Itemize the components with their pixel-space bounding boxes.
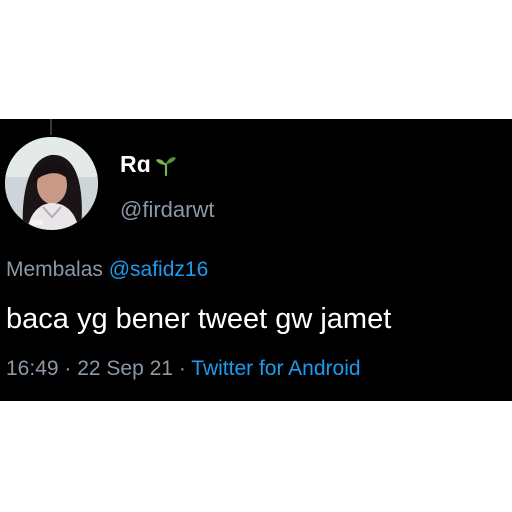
tweet-time[interactable]: 16:49 [6,357,59,380]
meta-separator: · [58,357,78,380]
thread-connector-line [50,119,52,135]
reply-mention-link[interactable]: @safidz16 [109,258,209,281]
tweet-metadata: 16:49 · 22 Sep 21 · Twitter for Android [6,357,361,381]
tweet-text: baca yg bener tweet gw jamet [6,303,392,335]
avatar-photo [5,137,98,230]
avatar[interactable] [5,137,98,230]
seedling-icon [155,154,177,176]
display-name-row[interactable]: Rɑ [120,151,177,178]
reply-prefix: Membalas [6,258,103,281]
user-handle[interactable]: @firdarwt [120,197,214,223]
display-name[interactable]: Rɑ [120,151,151,178]
tweet-source-link[interactable]: Twitter for Android [191,357,360,380]
reply-context: Membalas @safidz16 [6,258,208,282]
tweet-card: Rɑ @firdarwt Membalas @safidz16 baca yg … [0,119,512,401]
meta-separator: · [173,357,192,380]
tweet-date[interactable]: 22 Sep 21 [77,357,173,380]
